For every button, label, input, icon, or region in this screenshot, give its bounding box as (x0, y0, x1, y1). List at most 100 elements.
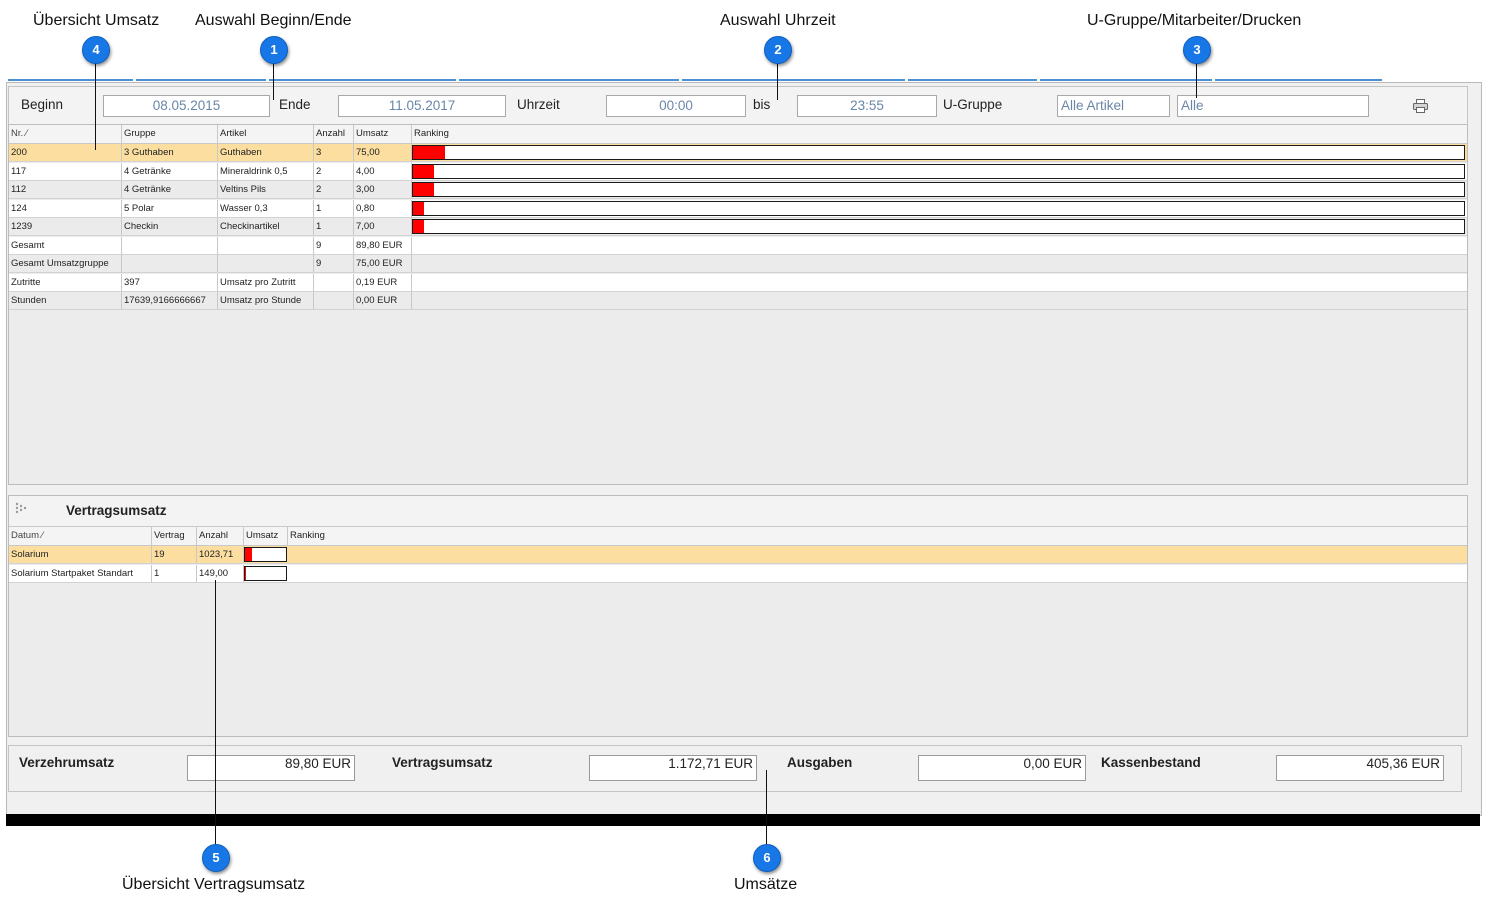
ende-label: Ende (279, 97, 311, 112)
cell-anzahl: 149,00 (196, 565, 243, 582)
cell-ranking (411, 199, 1465, 217)
table-row[interactable]: 117 4 Getränke Mineraldrink 0,5 2 4,00 (9, 162, 1467, 181)
cell-anzahl: 1 (313, 199, 353, 217)
vertragsumsatz-field: 1.172,71 EUR (589, 755, 757, 781)
table-row[interactable]: Solarium Startpaket Standart 1 149,00 (9, 565, 1467, 583)
kassenbestand-field: 405,36 EUR (1276, 755, 1444, 781)
tab-strip-segment (459, 79, 679, 81)
callout-title-uebersicht-umsatz: Übersicht Umsatz (33, 12, 160, 29)
kassenbestand-label: Kassenbestand (1101, 755, 1201, 770)
col-header-gruppe[interactable]: Gruppe (121, 125, 217, 143)
uhrzeit-from-field[interactable]: 00:00 (606, 95, 746, 117)
cell-nr: 124 (11, 202, 27, 214)
uhrzeit-to-field[interactable]: 23:55 (797, 95, 937, 117)
cell-artikel (217, 236, 313, 254)
col-header-ranking[interactable]: Ranking (411, 125, 1465, 143)
table-row[interactable]: 124 5 Polar Wasser 0,3 1 0,80 (9, 199, 1467, 218)
col-header-nr[interactable]: Nr. ⁄ (9, 125, 121, 143)
ranking-bar-fill (413, 146, 445, 159)
cell-umsatz: 75,00 EUR (353, 255, 411, 272)
cell-anzahl: 2 (313, 181, 353, 198)
col-header-anzahl[interactable]: Anzahl (196, 527, 243, 545)
cell-ranking (411, 273, 1465, 291)
cell-nr: 112 (11, 184, 27, 195)
cell-artikel: Mineraldrink 0,5 (217, 162, 313, 180)
cell-nr: 1239 (11, 221, 33, 232)
cell-nr: 117 (11, 165, 27, 177)
cell-umsatz (243, 565, 287, 582)
cell-umsatz: 0,80 (353, 199, 411, 217)
cell-datum: Solarium Startpaket Standart (11, 568, 133, 579)
ranking-bar (412, 182, 1465, 197)
summary-row[interactable]: Zutritte 397 Umsatz pro Zutritt 0,19 EUR (9, 273, 1467, 292)
cell-umsatz: 3,00 (353, 181, 411, 198)
table-row[interactable]: Solarium 19 1023,71 (9, 546, 1467, 564)
callout-badge-3: 3 (1183, 36, 1211, 64)
expand-icon[interactable] (15, 501, 27, 514)
tab-strip-segment (682, 79, 905, 81)
col-header-anzahl[interactable]: Anzahl (313, 125, 353, 143)
col-header-vertrag[interactable]: Vertrag (151, 527, 196, 545)
col-header-umsatz[interactable]: Umsatz (353, 125, 411, 143)
cell-artikel: Umsatz pro Stunde (217, 292, 313, 309)
cell-ranking (411, 218, 1465, 235)
beginn-date-field[interactable]: 08.05.2015 (103, 95, 270, 117)
col-header-artikel[interactable]: Artikel (217, 125, 313, 143)
callout-leader-3 (1196, 62, 1197, 98)
cell-nr: Zutritte (11, 276, 41, 288)
ranking-bar (244, 566, 287, 581)
cell-ranking (411, 162, 1465, 180)
ranking-bar (412, 163, 1465, 179)
tab-strip-segment (136, 79, 266, 81)
ranking-bar-fill (413, 201, 424, 215)
cell-anzahl: 3 (313, 144, 353, 161)
cell-anzahl: 1 (313, 218, 353, 235)
cell-datum: Solarium (11, 549, 49, 560)
vertrag-table-header: Datum ⁄ Vertrag Anzahl Umsatz Ranking (9, 527, 1467, 546)
callout-title-umsaetze: Umsätze (734, 876, 798, 893)
table-row[interactable]: 112 4 Getränke Veltins Pils 2 3,00 (9, 181, 1467, 199)
cell-artikel: Umsatz pro Zutritt (217, 273, 313, 291)
summary-row[interactable]: Stunden 17639,9166666667 Umsatz pro Stunde… (9, 292, 1467, 310)
table-row[interactable]: 1239 Checkin Checkinartikel 1 7,00 (9, 218, 1467, 236)
beginn-label: Beginn (21, 97, 64, 112)
cell-anzahl: 9 (313, 236, 353, 254)
cell-gruppe: Checkin (121, 218, 217, 235)
cell-gruppe: 4 Getränke (121, 162, 217, 180)
summary-row[interactable]: Gesamt Umsatzgruppe 9 75,00 EUR (9, 255, 1467, 273)
vertragsumsatz-label: Vertragsumsatz (392, 755, 493, 770)
callout-badge-4: 4 (82, 36, 110, 64)
printer-icon[interactable] (1413, 99, 1428, 113)
cell-gruppe: 3 Guthaben (121, 144, 217, 161)
cell-umsatz: 7,00 (353, 218, 411, 235)
ranking-bar-fill (245, 548, 253, 561)
mitarbeiter-select[interactable]: Alle (1177, 95, 1369, 117)
cell-nr: 200 (11, 147, 27, 158)
cell-gruppe: 5 Polar (121, 199, 217, 217)
ugruppe-select[interactable]: Alle Artikel (1057, 95, 1170, 117)
table-row[interactable]: 200 3 Guthaben Guthaben 3 75,00 (9, 144, 1467, 162)
cell-artikel: Veltins Pils (217, 181, 313, 198)
tab-strip-segment (1040, 79, 1212, 81)
cell-umsatz: 75,00 (353, 144, 411, 161)
callout-badge-1: 1 (260, 36, 288, 64)
vertrag-table-body: Solarium 19 1023,71 Solarium Startpaket Sta… (9, 546, 1467, 586)
cell-gruppe (121, 255, 217, 272)
col-header-umsatz[interactable]: Umsatz (243, 527, 287, 545)
ende-date-field[interactable]: 11.05.2017 (338, 95, 506, 117)
ugruppe-label: U-Gruppe (943, 97, 1003, 112)
tab-strip-segment (908, 79, 1037, 81)
callout-title-uebersicht-vertragsumsatz: Übersicht Vertragsumsatz (122, 876, 306, 893)
col-header-ranking[interactable]: Ranking (287, 527, 1467, 545)
cell-vertrag: 1 (151, 565, 196, 582)
ausgaben-field: 0,00 EUR (918, 755, 1086, 781)
verzehrumsatz-label: Verzehrumsatz (19, 755, 115, 770)
col-header-datum[interactable]: Datum ⁄ (9, 527, 151, 545)
cell-nr: Gesamt (11, 239, 45, 251)
cell-umsatz: 0,19 EUR (353, 273, 411, 291)
tab-strip-segment (8, 79, 133, 81)
cell-ranking (411, 236, 1465, 254)
cell-ranking (411, 255, 1465, 272)
summary-row[interactable]: Gesamt 9 89,80 EUR (9, 236, 1467, 255)
totals-bar: Verzehrumsatz 89,80 EUR Vertragsumsatz 1… (8, 745, 1462, 792)
